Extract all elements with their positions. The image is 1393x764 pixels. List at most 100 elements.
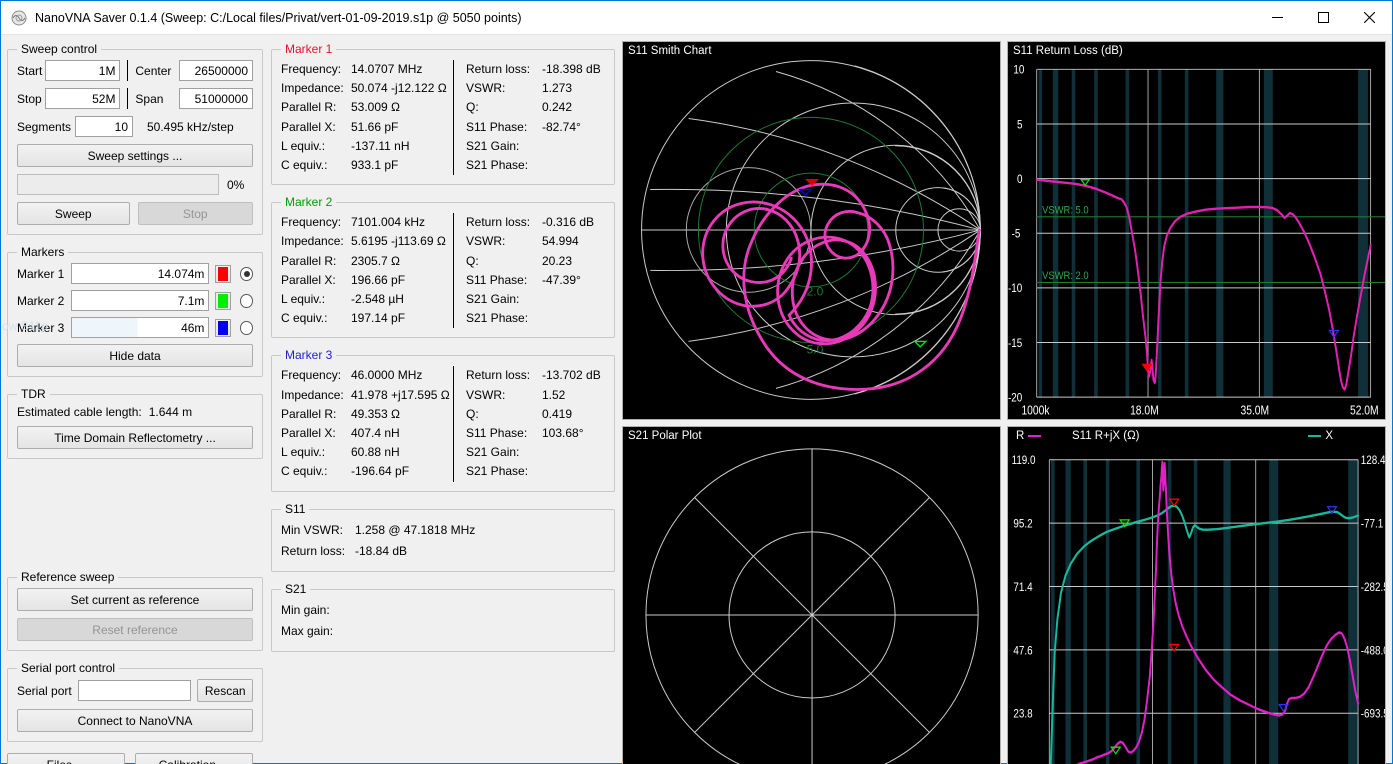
value: -196.64 pF <box>351 462 409 481</box>
legend-x-label: X <box>1325 430 1333 442</box>
value: -13.702 dB <box>542 366 601 385</box>
key: L equiv.: <box>281 290 351 309</box>
hide-data-button[interactable]: Hide data <box>17 344 253 367</box>
marker-2-active-radio[interactable] <box>240 294 253 308</box>
marker-3-grid: Frequency:46.0000 MHz Impedance:41.978 +… <box>281 366 605 481</box>
key: C equiv.: <box>281 156 351 175</box>
s11-return-loss-value: -18.84 dB <box>355 541 407 562</box>
marker-1-left-col: Frequency:14.0707 MHz Impedance:50.074 -… <box>281 60 451 175</box>
value: 196.66 pF <box>351 271 405 290</box>
sweep-settings-button[interactable]: Sweep settings ... <box>17 144 253 167</box>
sweep-button[interactable]: Sweep <box>17 202 130 225</box>
start-input[interactable] <box>45 60 120 81</box>
s11-smith-chart[interactable]: S11 Smith Chart <box>622 41 1001 420</box>
maximize-button[interactable] <box>1300 1 1346 34</box>
smith-ring-label-2: 2.0 <box>807 285 824 299</box>
marker-2-parallel-x: Parallel X:196.66 pF <box>281 271 451 290</box>
marker-3-s21-gain: S21 Gain: <box>466 443 605 462</box>
marker-2-label: Marker 2 <box>17 294 71 308</box>
cable-length-label: Estimated cable length: <box>17 405 142 419</box>
connect-row: Connect to NanoVNA <box>17 709 253 732</box>
close-button[interactable] <box>1346 1 1392 34</box>
field-divider-2 <box>127 88 128 109</box>
marker-3-color-swatch[interactable] <box>215 319 231 337</box>
value: 14.0707 MHz <box>351 60 422 79</box>
start-center-row: Start Center <box>17 60 253 81</box>
value: 1.52 <box>542 386 565 405</box>
marker-3-right-col: Return loss:-13.702 dB VSWR:1.52 Q:0.419… <box>453 366 605 481</box>
stop-label: Stop <box>17 92 45 106</box>
rtick-47: 47.6 <box>1013 644 1032 657</box>
s11-min-vswr-label: Min VSWR: <box>281 520 355 541</box>
connect-to-nanovna-button[interactable]: Connect to NanoVNA <box>17 709 253 732</box>
marker-1-input[interactable] <box>71 263 209 284</box>
s11-return-loss-chart[interactable]: S11 Return Loss (dB) <box>1007 41 1386 420</box>
sweep-control-title: Sweep control <box>17 42 101 56</box>
rescan-button[interactable]: Rescan <box>197 679 253 702</box>
value: 41.978 +j17.595 Ω <box>351 386 450 405</box>
center-label: Center <box>135 64 179 78</box>
field-divider <box>127 60 128 81</box>
marker-1-impedance: Impedance:50.074 -j12.122 Ω <box>281 79 451 98</box>
ytick-m20: -20 <box>1008 392 1022 405</box>
calibration-button[interactable]: Calibration ... <box>135 753 253 764</box>
marker-1-q: Q:0.242 <box>466 98 605 117</box>
marker-2-s11-phase: S11 Phase:-47.39° <box>466 271 605 290</box>
marker-1-return-loss: Return loss:-18.398 dB <box>466 60 605 79</box>
marker-3-frequency: Frequency:46.0000 MHz <box>281 366 451 385</box>
s11-min-vswr-value: 1.258 @ 47.1818 MHz <box>355 520 475 541</box>
ytick-5: 5 <box>1017 118 1022 131</box>
marker-1-parallel-x: Parallel X:51.66 pF <box>281 118 451 137</box>
smith-trace <box>703 184 980 389</box>
marker-2-s21-phase: S21 Phase: <box>466 309 605 328</box>
s21-polar-chart[interactable]: S21 Polar Plot <box>622 426 1001 764</box>
marker-1-vswr: VSWR:1.273 <box>466 79 605 98</box>
marker-1-label: Marker 1 <box>17 267 71 281</box>
marker-3-active-radio[interactable] <box>240 321 253 335</box>
marker-3-input[interactable] <box>71 317 209 338</box>
legend-x: X <box>1308 430 1333 442</box>
ytick-m10: -10 <box>1008 282 1022 295</box>
legend-r-label: R <box>1016 430 1024 442</box>
value: 197.14 pF <box>351 309 405 328</box>
time-domain-reflectometry-button[interactable]: Time Domain Reflectometry ... <box>17 426 253 449</box>
marker-2-color-swatch[interactable] <box>215 292 231 310</box>
s21-max-gain-row: Max gain: <box>281 621 605 642</box>
marker-2-input[interactable] <box>71 290 209 311</box>
span-input[interactable] <box>179 88 253 109</box>
minimize-button[interactable] <box>1254 1 1300 34</box>
xtick-52M: 52.0M <box>1350 405 1379 418</box>
value: 0.242 <box>542 98 572 117</box>
marker-3-data-title: Marker 3 <box>281 348 336 362</box>
set-current-as-reference-button[interactable]: Set current as reference <box>17 588 253 611</box>
serial-port-title: Serial port control <box>17 661 119 675</box>
marker-1-color-swatch[interactable] <box>215 265 231 283</box>
stop-input[interactable] <box>45 88 120 109</box>
s11-rx-chart[interactable]: R S11 R+jX (Ω) X <box>1007 426 1386 764</box>
marker-1-s21-gain: S21 Gain: <box>466 137 605 156</box>
segments-input[interactable] <box>75 116 133 137</box>
vswr-reference-lines <box>1037 217 1385 283</box>
marker-1-color-chip <box>218 267 228 281</box>
key: Return loss: <box>466 60 542 79</box>
marker-3-vswr: VSWR:1.52 <box>466 386 605 405</box>
reference-sweep-group: Reference sweep Set current as reference… <box>7 577 263 651</box>
xtick-35M: 35.0M <box>1240 405 1269 418</box>
center-input[interactable] <box>179 60 253 81</box>
marker-1-active-radio[interactable] <box>240 267 253 281</box>
progress-row: 0% <box>17 174 253 195</box>
mid-spacer <box>271 661 615 764</box>
serial-port-input[interactable] <box>78 680 191 701</box>
ytick-m5: -5 <box>1012 228 1021 241</box>
s21-min-gain-label: Min gain: <box>281 600 355 621</box>
sweep-settings-row: Sweep settings ... <box>17 144 253 167</box>
key: VSWR: <box>466 386 542 405</box>
polar-chart-title: S21 Polar Plot <box>628 430 702 442</box>
marker-2-frequency: Frequency:7101.004 kHz <box>281 213 451 232</box>
key: Parallel X: <box>281 271 351 290</box>
key: S21 Gain: <box>466 290 542 309</box>
marker-1-parallel-r: Parallel R:53.009 Ω <box>281 98 451 117</box>
files-button[interactable]: Files ... <box>7 753 125 764</box>
value: 20.23 <box>542 252 572 271</box>
xtick-18M: 18.0M <box>1130 405 1159 418</box>
